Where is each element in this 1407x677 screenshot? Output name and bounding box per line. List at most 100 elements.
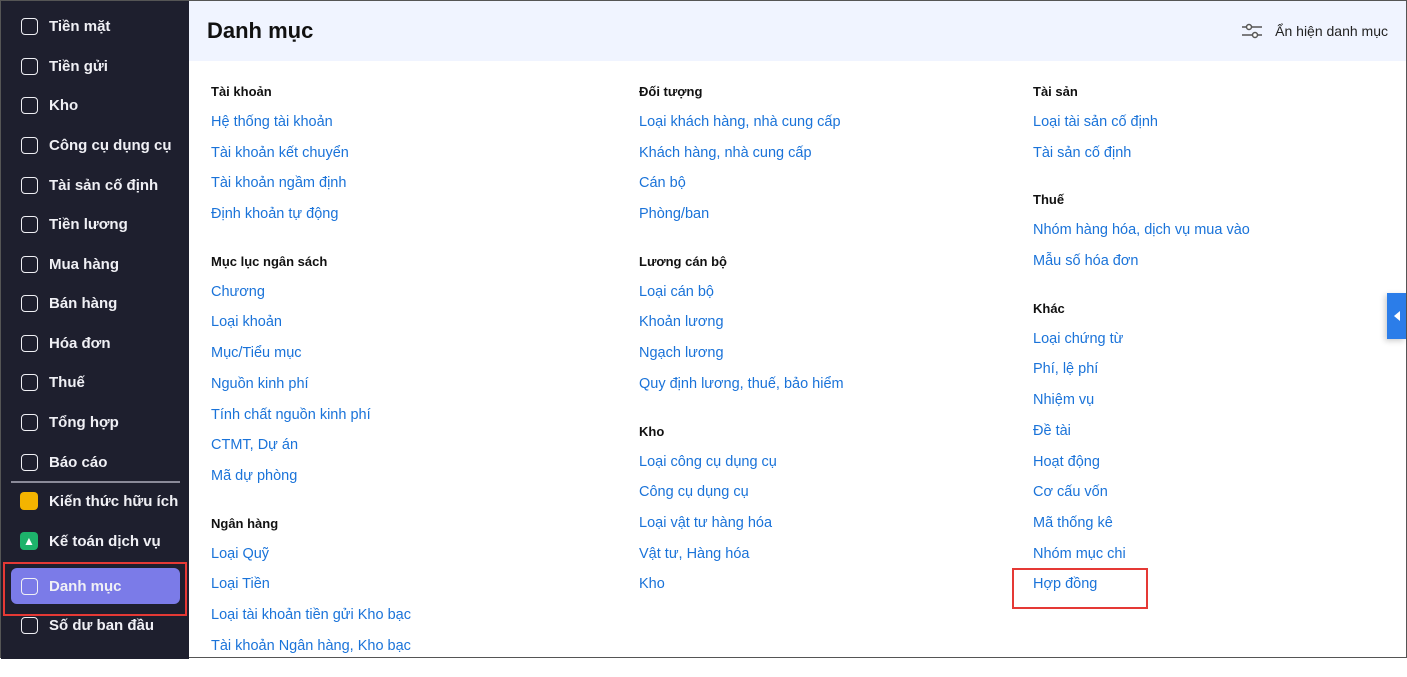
- catalog-link[interactable]: Loại Quỹ: [211, 539, 411, 570]
- sidebar-item-label: Bán hàng: [49, 294, 118, 312]
- collapse-panel-tab[interactable]: [1387, 293, 1406, 339]
- sidebar-item-10[interactable]: Thuế: [11, 364, 180, 400]
- catalog-link[interactable]: Mã dự phòng: [211, 461, 411, 492]
- service-icon: ▲: [19, 531, 39, 551]
- catalog-link[interactable]: Loại khoản: [211, 307, 411, 338]
- highlight-box-contract: [1012, 568, 1148, 609]
- catalog-link[interactable]: Loại chứng từ: [1033, 324, 1250, 355]
- catalog-section: Thuế Nhóm hàng hóa, dịch vụ mua vào Mẫu số…: [1033, 184, 1250, 276]
- catalog-link[interactable]: Cán bộ: [639, 168, 844, 199]
- catalog-link[interactable]: Nhóm hàng hóa, dịch vụ mua vào: [1033, 215, 1250, 246]
- catalog-link[interactable]: Mục/Tiểu mục: [211, 338, 411, 369]
- sidebar-item-label: Kho: [49, 96, 79, 114]
- catalog-section: Đối tượng Loại khách hàng, nhà cung cấp Kh…: [639, 76, 844, 230]
- catalog-link[interactable]: Cơ cấu vốn: [1033, 477, 1250, 508]
- catalog-column-3: Tài sản Loại tài sản cố định Tài sản cố đị…: [1033, 76, 1250, 616]
- sidebar-item-label: Kiến thức hữu ích: [49, 492, 179, 510]
- sidebar-item-11[interactable]: Tổng hợp: [11, 404, 180, 440]
- sidebar-item-label: Kế toán dịch vụ: [49, 532, 161, 550]
- catalog-link[interactable]: Loại cán bộ: [639, 277, 844, 308]
- catalog-column-1: Tài khoản Hệ thống tài khoản Tài khoản kết…: [211, 76, 411, 677]
- header: Danh mục Ẩn hiện danh mục: [189, 1, 1406, 61]
- catalog-link[interactable]: Vật tư, Hàng hóa: [639, 539, 844, 570]
- sidebar-item-12[interactable]: Báo cáo: [11, 444, 180, 480]
- sidebar-item-3[interactable]: Kho: [11, 87, 180, 123]
- catalog-link[interactable]: Loại Tiền: [211, 569, 411, 600]
- section-heading: Đối tượng: [639, 84, 703, 99]
- sidebar-item-8[interactable]: Bán hàng: [11, 285, 180, 321]
- page-title: Danh mục: [207, 18, 314, 43]
- catalog-link[interactable]: Khoản lương: [639, 307, 844, 338]
- catalog-link[interactable]: Hoạt động: [1033, 447, 1250, 478]
- sidebar-item-label: Thuế: [49, 373, 85, 391]
- cart-icon: [19, 254, 39, 274]
- catalog-link[interactable]: Ngạch lương: [639, 338, 844, 369]
- section-heading: Thuế: [1033, 192, 1065, 208]
- catalog-link[interactable]: Công cụ dụng cụ: [639, 477, 844, 508]
- catalog-link[interactable]: Khách hàng, nhà cung cấp: [639, 138, 844, 169]
- catalog-link[interactable]: Định khoản tự động: [211, 199, 411, 230]
- sidebar-item-5[interactable]: Tài sản cố định: [11, 167, 180, 203]
- catalog-link[interactable]: CTMT, Dự án: [211, 430, 411, 461]
- catalog-link[interactable]: Loại công cụ dụng cụ: [639, 447, 844, 478]
- catalog-section: Ngân hàng Loại Quỹ Loại Tiền Loại tài khoản…: [211, 508, 411, 662]
- catalog-section: Tài sản Loại tài sản cố định Tài sản cố đị…: [1033, 76, 1250, 168]
- section-heading: Lương cán bộ: [639, 253, 727, 269]
- catalog-link[interactable]: Mã thống kê: [1033, 508, 1250, 539]
- summary-icon: [19, 412, 39, 432]
- sidebar-item-9[interactable]: Hóa đơn: [11, 325, 180, 361]
- sidebar-item-13[interactable]: Kiến thức hữu ích: [11, 483, 180, 519]
- catalog-link[interactable]: Nguồn kinh phí: [211, 369, 411, 400]
- catalog-link[interactable]: Tài khoản Ngân hàng, Kho bạc: [211, 631, 411, 662]
- catalog-link[interactable]: Tài khoản ngầm định: [211, 168, 411, 199]
- warehouse-icon: [19, 95, 39, 115]
- store-icon: [19, 293, 39, 313]
- catalog-link[interactable]: Phòng/ban: [639, 199, 844, 230]
- sidebar: Tiền mặt Tiền gửi Kho Công cụ dụng cụ Tài sả…: [1, 1, 189, 659]
- catalog-link[interactable]: Quy định lương, thuế, bảo hiểm: [639, 369, 844, 400]
- sidebar-divider: [11, 481, 180, 483]
- catalog-link[interactable]: Loại tài sản cố định: [1033, 107, 1250, 138]
- toggle-catalog-button[interactable]: Ẩn hiện danh mục: [1241, 23, 1388, 39]
- section-heading: Kho: [639, 423, 665, 439]
- knowledge-icon: [19, 491, 39, 511]
- sidebar-item-label: Báo cáo: [49, 453, 108, 471]
- toggle-catalog-label: Ẩn hiện danh mục: [1275, 23, 1388, 39]
- catalog-section: Khác Loại chứng từ Phí, lệ phí Nhiệm vụ Đề t…: [1033, 293, 1250, 600]
- catalog-section: Tài khoản Hệ thống tài khoản Tài khoản kết…: [211, 76, 411, 230]
- sidebar-item-4[interactable]: Công cụ dụng cụ: [11, 127, 180, 163]
- catalog-link[interactable]: Hệ thống tài khoản: [211, 107, 411, 138]
- salary-icon: [19, 214, 39, 234]
- section-heading: Mục lục ngân sách: [211, 253, 328, 269]
- catalog-section: Kho Loại công cụ dụng cụ Công cụ dụng cụ Lo…: [639, 416, 844, 600]
- catalog-link[interactable]: Loại tài khoản tiền gửi Kho bạc: [211, 600, 411, 631]
- catalog-link[interactable]: Tài khoản kết chuyển: [211, 138, 411, 169]
- catalog-link[interactable]: Nhóm mục chi: [1033, 539, 1250, 570]
- catalog-link[interactable]: Nhiệm vụ: [1033, 385, 1250, 416]
- catalog-section: Mục lục ngân sách Chương Loại khoản Mục/Tiể…: [211, 246, 411, 492]
- sidebar-item-6[interactable]: Tiền lương: [11, 206, 180, 242]
- sidebar-item-label: Số dư ban đầu: [49, 616, 155, 634]
- truck-icon: [19, 175, 39, 195]
- catalog-link[interactable]: Loại vật tư hàng hóa: [639, 508, 844, 539]
- catalog-link[interactable]: Chương: [211, 277, 411, 308]
- sidebar-item-2[interactable]: Tiền gửi: [11, 48, 180, 84]
- catalog-section: Lương cán bộ Loại cán bộ Khoản lương Ngạch …: [639, 246, 844, 400]
- invoice-icon: [19, 333, 39, 353]
- sidebar-item-14[interactable]: ▲ Kế toán dịch vụ: [11, 523, 180, 559]
- catalog-link[interactable]: Mẫu số hóa đơn: [1033, 246, 1250, 277]
- catalog-link[interactable]: Phí, lệ phí: [1033, 354, 1250, 385]
- catalog-link[interactable]: Tính chất nguồn kinh phí: [211, 400, 411, 431]
- highlight-box-sidebar: [3, 562, 187, 616]
- catalog-link[interactable]: Loại khách hàng, nhà cung cấp: [639, 107, 844, 138]
- sidebar-item-label: Tiền gửi: [49, 57, 108, 75]
- sidebar-item-label: Tiền mặt: [49, 17, 111, 35]
- catalog-link[interactable]: Tài sản cố định: [1033, 138, 1250, 169]
- sidebar-item-label: Tổng hợp: [49, 413, 119, 431]
- sidebar-item-label: Hóa đơn: [49, 334, 111, 352]
- sidebar-item-7[interactable]: Mua hàng: [11, 246, 180, 282]
- catalog-link[interactable]: Kho: [639, 569, 844, 600]
- catalog-link[interactable]: Đề tài: [1033, 416, 1250, 447]
- sidebar-item-1[interactable]: Tiền mặt: [11, 8, 180, 44]
- section-heading: Ngân hàng: [211, 515, 279, 531]
